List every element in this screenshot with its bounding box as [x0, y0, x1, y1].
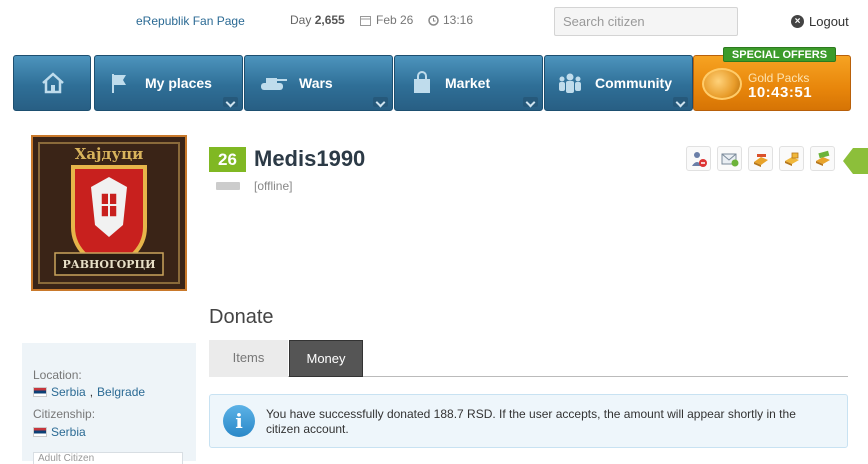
search-citizen-input[interactable] [554, 7, 738, 36]
online-status: [offline] [254, 179, 293, 193]
time-display: 13:16 [428, 13, 473, 27]
serbia-flag-icon [33, 387, 47, 397]
location-city-link[interactable]: Belgrade [97, 385, 145, 399]
donate-items-icon [754, 154, 768, 167]
location-label: Location: [33, 368, 82, 382]
citizen-name: Medis1990 [254, 146, 366, 171]
friend-action-button[interactable] [686, 146, 711, 171]
level-badge: 26 [209, 147, 246, 172]
nav-home[interactable] [13, 55, 91, 111]
shopping-bag-icon [414, 71, 430, 93]
citizen-card: Adult Citizen [33, 452, 183, 464]
donation-success-notice: i You have successfully donated 188.7 RS… [209, 394, 848, 448]
calendar-icon [360, 15, 371, 26]
serbia-flag-icon [33, 427, 47, 437]
donate-money-button[interactable] [779, 146, 804, 171]
nav-my-places[interactable]: My places [94, 55, 243, 111]
chevron-down-icon[interactable] [523, 97, 538, 107]
info-icon: i [223, 405, 255, 437]
notice-message: You have successfully donated 188.7 RSD.… [266, 407, 796, 436]
gold-coin-icon [702, 68, 742, 100]
emblem-icon: РАВНОГОРЦИ Хајдуци [33, 137, 185, 289]
day-counter: Day 2,655 [290, 13, 345, 27]
nav-community[interactable]: Community [544, 55, 693, 111]
fan-page-link[interactable]: eRepublik Fan Page [136, 14, 245, 28]
donate-items-button[interactable] [748, 146, 773, 171]
more-actions-arrow[interactable] [843, 148, 868, 174]
svg-text:Хајдуци: Хајдуци [75, 145, 144, 163]
close-icon: × [791, 15, 804, 28]
chevron-down-icon[interactable] [673, 97, 688, 107]
home-icon [42, 72, 64, 94]
location-value: Serbia, Belgrade [33, 385, 145, 399]
gold-packs-button[interactable]: Gold Packs 10:43:51 [693, 55, 851, 111]
donate-title: Donate [209, 306, 274, 328]
citizenship-value: Serbia [33, 425, 86, 439]
main-nav: My places Wars Market Community Gold Pac… [13, 55, 851, 111]
flag-icon [112, 74, 126, 93]
tab-money[interactable]: Money [289, 340, 363, 377]
chevron-down-icon[interactable] [373, 97, 388, 107]
message-button[interactable] [717, 146, 742, 171]
donate-money-icon [785, 152, 799, 166]
donate-gold-icon [816, 150, 830, 166]
avatar: РАВНОГОРЦИ Хајдуци [31, 135, 187, 291]
citizenship-country-link[interactable]: Serbia [51, 425, 86, 439]
people-icon [559, 73, 581, 93]
nav-market[interactable]: Market [394, 55, 543, 111]
location-country-link[interactable]: Serbia [51, 385, 86, 399]
status-indicator [216, 182, 240, 190]
citizenship-label: Citizenship: [33, 407, 96, 421]
gold-countdown: 10:43:51 [748, 84, 813, 101]
citizen-info-sidebar: Location: Serbia, Belgrade Citizenship: … [22, 343, 196, 464]
donate-tabs: Items Money [209, 340, 848, 377]
nav-wars[interactable]: Wars [244, 55, 393, 111]
chevron-down-icon[interactable] [223, 97, 238, 107]
special-offers-badge[interactable]: SPECIAL OFFERS [723, 47, 836, 62]
donate-gold-button[interactable] [810, 146, 835, 171]
remove-friend-icon [692, 152, 707, 167]
svg-text:РАВНОГОРЦИ: РАВНОГОРЦИ [63, 258, 156, 271]
top-bar: eRepublik Fan Page Day 2,655 Feb 26 13:1… [0, 0, 868, 48]
tank-icon [261, 78, 287, 90]
message-icon [721, 153, 739, 167]
logout-button[interactable]: × Logout [791, 14, 849, 29]
tab-items[interactable]: Items [209, 340, 288, 377]
profile-actions [686, 146, 835, 171]
date-display: Feb 26 [360, 13, 413, 27]
clock-icon [428, 14, 439, 26]
